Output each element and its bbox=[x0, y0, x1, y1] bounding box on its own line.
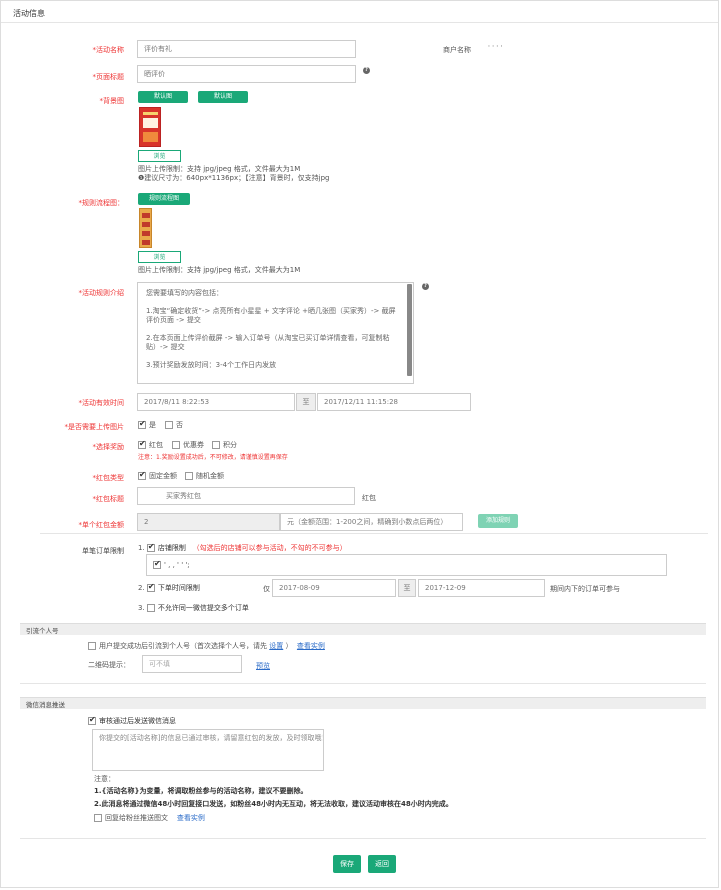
rule-intro-line: 3.预计奖励发放时间：3-4个工作日内发放 bbox=[146, 361, 277, 369]
guide-section-header: 引流个人号 bbox=[20, 623, 706, 635]
rule-flow-button[interactable]: 规则流程图 bbox=[138, 193, 190, 205]
view-example-link-2[interactable]: 查看实例 bbox=[177, 814, 205, 822]
checkbox[interactable] bbox=[172, 441, 180, 449]
redpack-title-input[interactable]: 买家秀红包 bbox=[137, 487, 355, 505]
background-thumbnail bbox=[139, 107, 161, 147]
activity-name-label: *活动名称 bbox=[92, 46, 125, 54]
add-rule-button[interactable]: 添加规则 bbox=[478, 514, 518, 528]
rule-intro-line: 1.淘宝“确定收货”-> 点亮所有小星星 + 文字评论 +晒几张图（买家秀）->… bbox=[146, 307, 396, 324]
checkbox[interactable] bbox=[94, 814, 102, 822]
redpack-type-label: *红包类型 bbox=[92, 474, 125, 482]
reward-option-points[interactable]: 积分 bbox=[212, 440, 237, 450]
note-title: 注意： bbox=[94, 775, 115, 783]
view-example-link[interactable]: 查看实例 bbox=[297, 642, 325, 650]
checkbox-checked[interactable] bbox=[146, 542, 155, 552]
checkbox[interactable] bbox=[185, 472, 193, 480]
rule-flow-label: *规则流程图： bbox=[78, 199, 125, 207]
page-title-input[interactable]: 晒评价 bbox=[137, 65, 356, 83]
order-time-separator: 至 bbox=[398, 579, 416, 597]
default-image-button-2[interactable]: 默认图 bbox=[198, 91, 248, 103]
note-2: 2.此消息将通过微信48小时回复接口发送，如粉丝48小时内无互动，将无法收取，建… bbox=[94, 800, 453, 808]
note-1: 1.{活动名称}为变量，将调取粉丝参与的活动名称，建议不要删除。 bbox=[94, 787, 308, 795]
upload-image-no[interactable]: 否 bbox=[165, 420, 183, 430]
checkbox[interactable] bbox=[146, 604, 155, 612]
divider bbox=[40, 533, 708, 534]
browse-button-rule[interactable]: 浏览 bbox=[138, 251, 181, 263]
divider bbox=[20, 683, 706, 684]
checkbox-checked[interactable] bbox=[138, 470, 146, 480]
start-time-input[interactable]: 2017/8/11 8:22:53 bbox=[137, 393, 295, 411]
back-button[interactable]: 返回 bbox=[368, 855, 396, 873]
redpack-type-fixed[interactable]: 固定金额 bbox=[138, 470, 177, 481]
merchant-label: 商户名称 bbox=[443, 46, 471, 54]
bg-hint-2: ❶建议尺寸为：640px*1136px；【注意】背景时，仅支持jpg bbox=[138, 174, 330, 182]
single-amount-label: *单个红包金额 bbox=[78, 521, 125, 529]
reward-label: *选择奖励 bbox=[92, 443, 125, 451]
order-time-limit-row: 2. 下单时间限制 bbox=[138, 582, 200, 593]
upload-image-label: *是否需要上传图片 bbox=[64, 423, 125, 431]
wechat-section-header: 微信消息推送 bbox=[20, 697, 706, 709]
rule-intro-textarea[interactable]: 您需要填写的内容包括： 1.淘宝“确定收货”-> 点亮所有小星星 + 文字评论 … bbox=[137, 282, 414, 384]
wechat-message-text: 你提交的[活动名称]的信息已通过审核，请留意红包的发放，及时领取哦！ bbox=[99, 734, 324, 742]
reward-option-redpack[interactable]: 红包 bbox=[138, 439, 163, 450]
no-multi-order-row: 3. 不允许同一微信提交多个订单 bbox=[138, 604, 249, 612]
set-link[interactable]: 设置 bbox=[269, 642, 283, 650]
qr-hint-input[interactable]: 可不填 bbox=[142, 655, 242, 673]
wechat-message-textarea[interactable]: 你提交的[活动名称]的信息已通过审核，请留意红包的发放，及时领取哦！ bbox=[92, 729, 324, 771]
push-check-row: 审核通过后发送微信消息 bbox=[88, 715, 176, 726]
end-time-input[interactable]: 2017/12/11 11:15:28 bbox=[317, 393, 471, 411]
browse-button-bg[interactable]: 浏览 bbox=[138, 150, 181, 162]
help-icon[interactable]: ? bbox=[363, 67, 370, 74]
order-limit-label: 单笔订单限制 bbox=[82, 547, 124, 555]
background-label: *背景图 bbox=[99, 97, 125, 105]
guide-check-row: 用户提交成功后引流到个人号（首次选择个人号，请先 设置 ） 查看实例 bbox=[88, 641, 325, 651]
checkbox[interactable] bbox=[88, 642, 96, 650]
help-icon[interactable]: ? bbox=[422, 283, 429, 290]
checkbox-checked[interactable] bbox=[138, 419, 146, 429]
rule-flow-thumbnail bbox=[139, 208, 152, 248]
rule-intro-line: 您需要填写的内容包括： bbox=[146, 289, 223, 297]
reward-note: 注意：1.奖励设置成功后，不可修改，请谨慎设置再保存 bbox=[138, 454, 288, 461]
header-bar: 活动信息 bbox=[1, 1, 718, 23]
checkbox-checked[interactable] bbox=[138, 439, 146, 449]
upload-image-yes[interactable]: 是 bbox=[138, 419, 156, 430]
preview-link[interactable]: 预览 bbox=[256, 661, 270, 671]
reply-check-row: 回复给粉丝推送图文 查看实例 bbox=[94, 813, 205, 823]
default-image-button-1[interactable]: 默认图 bbox=[138, 91, 188, 103]
qr-label: 二维码提示： bbox=[88, 661, 130, 669]
time-separator: 至 bbox=[296, 393, 316, 411]
rule-intro-line: 2.在本页面上传评价截屏 -> 输入订单号（从淘宝已买订单详情查看，可复制粘贴）… bbox=[146, 334, 390, 351]
save-button[interactable]: 保存 bbox=[333, 855, 361, 873]
redpack-title-label: *红包标题 bbox=[92, 495, 125, 503]
checkbox-checked[interactable] bbox=[88, 715, 96, 725]
order-time-prefix: 仅 bbox=[263, 585, 270, 593]
merchant-value: ' ' ' ' bbox=[488, 44, 503, 52]
page-title: 活动信息 bbox=[13, 9, 45, 18]
shop-item[interactable]: ' , , ' ' '; bbox=[153, 559, 190, 569]
checkbox-checked[interactable] bbox=[153, 559, 161, 569]
order-end-input[interactable]: 2017-12-09 bbox=[418, 579, 545, 597]
single-amount-input[interactable]: 2 bbox=[137, 513, 280, 531]
reward-option-coupon[interactable]: 优惠券 bbox=[172, 440, 204, 450]
order-time-suffix: 期间内下的订单可参与 bbox=[550, 585, 620, 593]
textarea-scrollbar[interactable] bbox=[407, 284, 412, 376]
redpack-type-random[interactable]: 随机金额 bbox=[185, 471, 224, 481]
rule-flow-hint: 图片上传限制：支持 jpg/jpeg 格式，文件最大为1M bbox=[138, 266, 301, 274]
order-start-input[interactable]: 2017-08-09 bbox=[272, 579, 396, 597]
valid-time-label: *活动有效时间 bbox=[78, 399, 125, 407]
checkbox[interactable] bbox=[212, 441, 220, 449]
checkbox[interactable] bbox=[165, 421, 173, 429]
divider bbox=[20, 838, 706, 839]
page-title-label: *页面标题 bbox=[92, 73, 125, 81]
activity-name-input[interactable]: 评价有礼 bbox=[137, 40, 356, 58]
single-amount-unit: 元（金额范围：1-200之间，精确到小数点后两位） bbox=[280, 513, 463, 531]
shop-limit-row: 1. 店铺限制 （勾选后的店铺可以参与活动，不勾的不可参与） bbox=[138, 542, 347, 553]
redpack-title-suffix: 红包 bbox=[362, 494, 376, 502]
shop-list-box: ' , , ' ' '; bbox=[146, 554, 667, 576]
checkbox-checked[interactable] bbox=[146, 582, 155, 592]
rule-intro-label: *活动规则介绍 bbox=[78, 289, 125, 297]
